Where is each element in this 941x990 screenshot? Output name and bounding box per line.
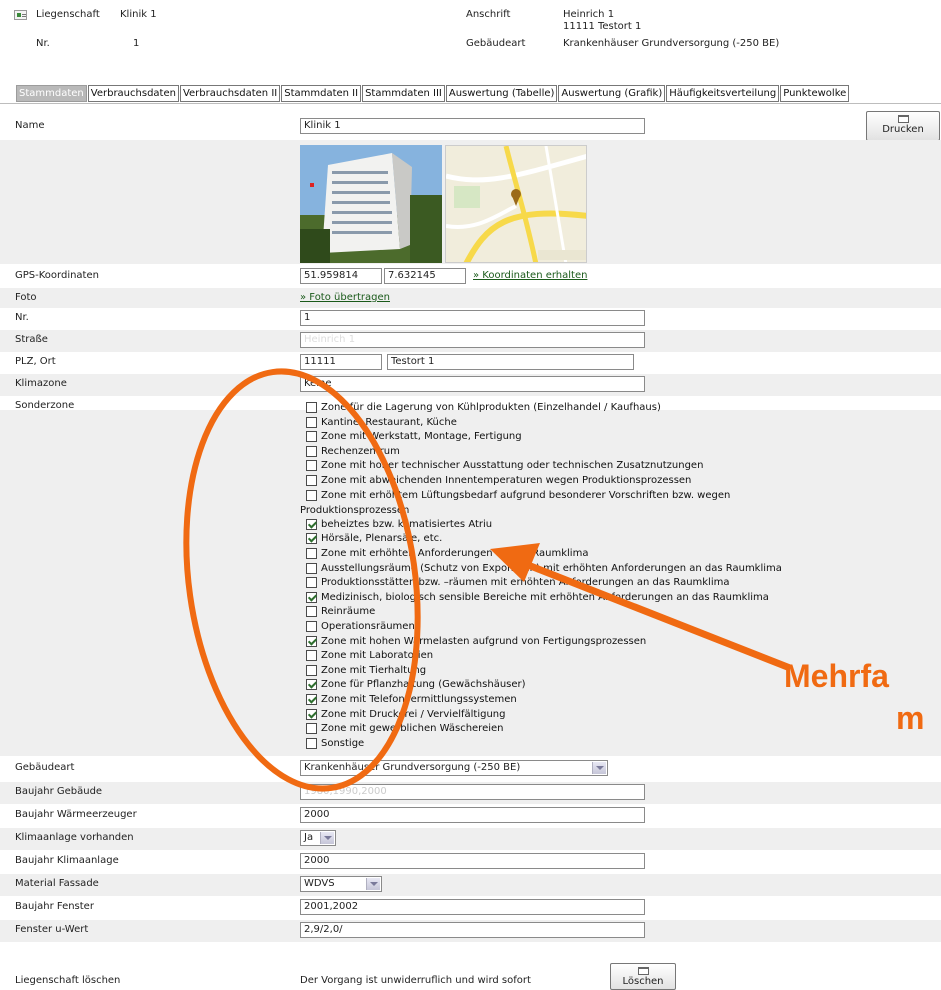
annotation-overlay <box>183 368 792 792</box>
annotation-ellipse <box>183 368 421 792</box>
annotation-text-line2: m <box>896 700 925 736</box>
annotation-arrow-shaft <box>526 561 792 672</box>
annotation-text-line1: Mehrfa <box>784 658 889 694</box>
annotation-arrow-head <box>490 543 540 582</box>
